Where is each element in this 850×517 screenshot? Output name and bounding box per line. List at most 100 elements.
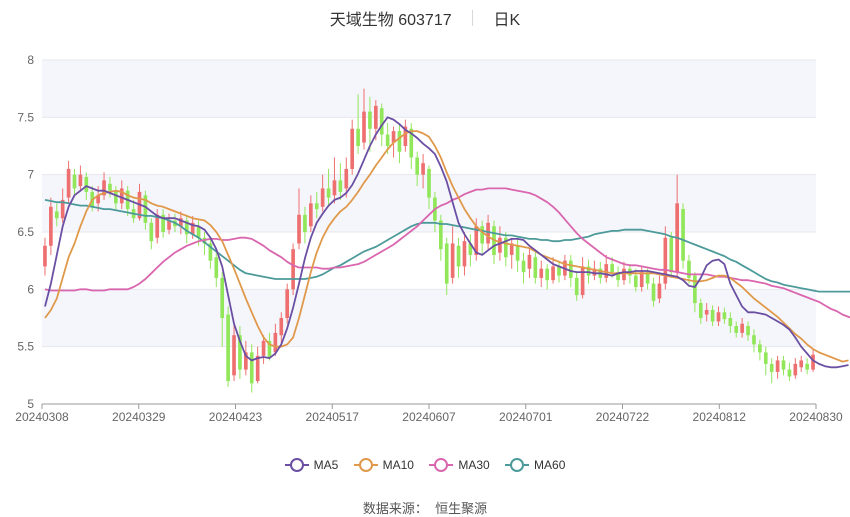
candle-body [639,272,644,288]
legend-label-ma5: MA5 [313,458,339,472]
candle-body [740,323,744,333]
candle [291,243,295,296]
candle-body [72,174,77,189]
data-source: 数据来源： 恒生聚源 [0,498,850,517]
candle-body [309,203,313,227]
candle-body [78,174,83,187]
candle [409,123,414,169]
x-tick-label: 20240830 [789,410,843,424]
candle-body [297,214,301,244]
candle [66,160,71,204]
candle-body [793,363,798,376]
legend-label-ma60: MA60 [534,458,566,472]
candle-body [746,326,750,336]
candle [551,257,555,284]
x-tick-label: 20240607 [402,410,456,424]
candle [509,237,514,269]
candle-body [344,168,349,189]
candle [285,283,290,324]
legend-label-ma10: MA10 [382,458,414,472]
legend-marker-ma30 [429,458,454,472]
candle [397,123,402,164]
candle-body [427,168,431,198]
candle [462,232,467,276]
candle [799,355,804,372]
y-axis: 5 5.5 6 6.5 7 7.5 8 [17,53,34,411]
candle-body [769,363,774,372]
candle-body [66,168,71,198]
candle [438,214,443,261]
candle-body [657,283,662,299]
y-tick-label: 7 [27,168,34,182]
legend-item-ma5[interactable]: MA5 [284,458,339,472]
candle-body [693,275,697,304]
candle-body [338,180,343,192]
candle-body [622,268,626,281]
candle-body [787,369,792,377]
candle [616,266,620,288]
candle-body [610,264,614,273]
candle-body [368,111,372,129]
candle-body [108,183,112,191]
y-tick-label: 6 [27,282,34,296]
candle-body [332,180,337,196]
grid-band [42,60,816,118]
candle [444,237,449,296]
candle-body [232,335,236,376]
candle-body [722,312,727,320]
candle [149,218,154,250]
candle-body [149,222,154,242]
candle-body [568,260,573,278]
candle-body [716,312,721,322]
candle-body [533,257,538,278]
candle [350,119,355,175]
candle-body [220,277,225,318]
legend-label-ma30: MA30 [458,458,490,472]
candle [781,355,786,376]
candle-body [285,289,290,318]
candle-body [119,188,124,204]
candle-body [350,128,355,169]
candle [492,220,496,265]
legend-marker-ma10 [353,458,378,472]
candle-body [752,335,756,345]
legend-item-ma10[interactable]: MA10 [353,458,414,472]
legend: MA5 MA10 MA30 MA60 [0,458,850,475]
candle-body [114,191,118,204]
candle-body [320,188,325,207]
x-tick-label: 20240308 [15,410,69,424]
candle [557,260,561,283]
candle-body [373,105,378,129]
x-tick-label: 20240329 [112,410,166,424]
candle-body [651,283,656,301]
candle-body [480,226,485,244]
candle-body [43,245,47,267]
candle-body [415,157,420,175]
candle-body [444,243,449,284]
candle [214,252,219,288]
x-tick-label: 20240701 [499,410,553,424]
y-tick-label: 7.5 [17,110,34,124]
candle-body [698,303,703,318]
candle-body [734,326,739,333]
y-tick-label: 5.5 [17,340,34,354]
y-tick-label: 8 [27,53,34,67]
candle-body [54,211,59,219]
candle [769,358,774,384]
candle-body [527,254,532,269]
candlestick-chart: 55.566.577.58 20240308 20240329 20240423 20… [15,53,850,424]
x-tick-label: 20240812 [693,410,747,424]
candle-body [397,131,402,152]
legend-item-ma30[interactable]: MA30 [429,458,490,472]
x-tick-label: 20240517 [306,410,360,424]
candle-body [385,134,390,146]
source-label: 数据来源： [362,501,428,516]
candle [255,346,260,384]
candle-body [763,352,768,364]
candle [763,346,768,376]
candle-body [574,277,579,296]
candle-body [515,245,520,261]
legend-item-ma60[interactable]: MA60 [505,458,565,472]
candle-body [273,332,278,353]
candle-body [261,340,266,356]
